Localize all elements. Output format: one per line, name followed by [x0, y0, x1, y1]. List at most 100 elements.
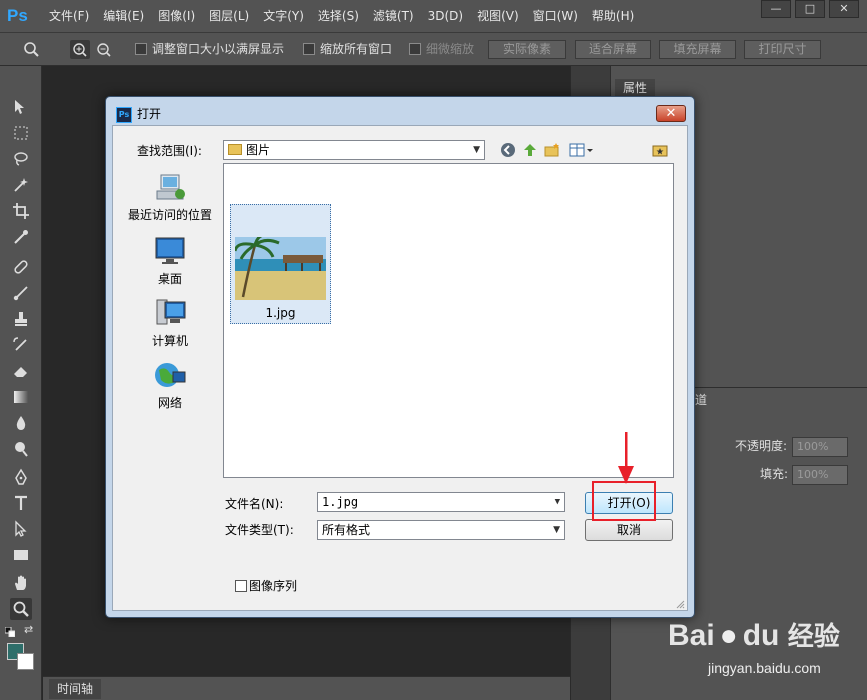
default-colors-icon[interactable] [4, 626, 16, 638]
zoom-all-option[interactable]: 缩放所有窗口 [303, 33, 392, 66]
timeline-tab[interactable]: 时间轴 [49, 679, 102, 699]
menu-edit[interactable]: 编辑(E) [96, 0, 151, 33]
menu-view[interactable]: 视图(V) [470, 0, 526, 33]
file-list-view[interactable]: 1.jpg [223, 163, 674, 478]
path-selection-icon[interactable] [10, 518, 32, 540]
fill-field[interactable]: 100% [792, 465, 848, 485]
fill-screen-button[interactable]: 填充屏幕 [659, 40, 736, 59]
file-name-input-value: 1.jpg [322, 495, 359, 509]
history-brush-icon[interactable] [10, 334, 32, 356]
dialog-close-button[interactable]: ✕ [656, 105, 686, 122]
chevron-down-icon: ▼ [553, 525, 560, 535]
look-in-dropdown[interactable]: 图片 ▼ [223, 140, 485, 160]
view-menu-icon[interactable] [568, 141, 596, 159]
crop-tool-icon[interactable] [10, 200, 32, 222]
image-thumbnail [235, 237, 326, 300]
brush-tool-icon[interactable] [10, 282, 32, 304]
pen-tool-icon[interactable] [10, 466, 32, 488]
zoom-all-label: 缩放所有窗口 [320, 42, 393, 56]
file-type-dropdown[interactable]: 所有格式 ▼ [317, 520, 565, 540]
baidu-watermark: Bai ● du 经验 jingyan.baidu.com [668, 608, 867, 700]
open-file-dialog: Ps 打开 ✕ 查找范围(I): 图片 ▼ 最近访问的位置 桌面 计算机 网络 … [105, 96, 695, 618]
resize-windows-checkbox[interactable] [135, 43, 147, 55]
dodge-tool-icon[interactable] [10, 438, 32, 460]
back-icon[interactable] [499, 141, 517, 159]
dialog-title: 打开 [137, 107, 162, 121]
chevron-down-icon: ▼ [473, 145, 480, 155]
rectangle-tool-icon[interactable] [10, 544, 32, 566]
resize-windows-option[interactable]: 调整窗口大小以满屏显示 [135, 33, 284, 66]
place-recent[interactable]: 最近访问的位置 [125, 172, 215, 223]
move-tool-icon[interactable] [10, 96, 32, 118]
look-in-value: 图片 [246, 143, 271, 157]
file-name-input[interactable]: 1.jpg ▼ [317, 492, 565, 512]
up-folder-icon[interactable] [521, 141, 539, 159]
background-color-swatch[interactable] [17, 653, 34, 670]
marquee-tool-icon[interactable] [10, 122, 32, 144]
fit-screen-button[interactable]: 适合屏幕 [575, 40, 651, 59]
menu-select[interactable]: 选择(S) [311, 0, 366, 33]
annotation-highlight-box [592, 481, 656, 521]
opacity-field[interactable]: 100% [792, 437, 848, 457]
chevron-down-icon[interactable]: ▼ [555, 493, 560, 511]
print-size-button[interactable]: 打印尺寸 [744, 40, 821, 59]
gradient-tool-icon[interactable] [10, 386, 32, 408]
menu-help[interactable]: 帮助(H) [585, 0, 641, 33]
resize-grip-icon[interactable] [675, 598, 685, 609]
baidu-logo-text: Bai ● du 经验 [668, 619, 840, 652]
menu-filter[interactable]: 滤镜(T) [366, 0, 421, 33]
eraser-tool-icon[interactable] [10, 360, 32, 382]
eyedropper-icon[interactable] [10, 226, 32, 248]
place-network[interactable]: 网络 [125, 360, 215, 411]
clone-stamp-icon[interactable] [10, 308, 32, 330]
menu-type[interactable]: 文字(Y) [256, 0, 311, 33]
hand-tool-icon[interactable] [10, 572, 32, 594]
healing-brush-icon[interactable] [10, 256, 32, 278]
scrubby-zoom-option[interactable]: 细微缩放 [409, 33, 474, 66]
photoshop-logo: Ps [7, 6, 28, 25]
blur-tool-icon[interactable] [10, 412, 32, 434]
recent-places-icon [153, 172, 187, 202]
desktop-icon [153, 236, 187, 266]
close-app-button[interactable]: ✕ [829, 0, 859, 18]
scrubby-zoom-checkbox[interactable] [409, 43, 421, 55]
menu-window[interactable]: 窗口(W) [526, 0, 585, 33]
paw-icon: ● [719, 619, 738, 652]
zoom-tool-icon[interactable] [10, 598, 32, 620]
minimize-button[interactable]: — [761, 0, 791, 18]
zoom-tool-preset[interactable] [22, 40, 42, 59]
zoom-in-icon[interactable] [70, 40, 90, 59]
magic-wand-icon[interactable] [10, 174, 32, 196]
maximize-button[interactable]: □ [795, 0, 825, 18]
folder-star-icon[interactable] [652, 142, 668, 158]
file-item-selected[interactable]: 1.jpg [230, 204, 331, 324]
zoom-out-icon[interactable] [94, 40, 114, 59]
place-computer[interactable]: 计算机 [125, 298, 215, 349]
lasso-tool-icon[interactable] [10, 148, 32, 170]
menu-layer[interactable]: 图层(L) [202, 0, 256, 33]
scrubby-zoom-label: 细微缩放 [426, 42, 475, 56]
place-desktop-label: 桌面 [157, 272, 182, 286]
swap-colors-icon[interactable]: ⇄ [24, 624, 36, 636]
network-icon [153, 360, 187, 390]
place-computer-label: 计算机 [151, 334, 188, 348]
image-sequence-option[interactable]: 图像序列 [235, 577, 297, 594]
new-folder-icon[interactable] [543, 141, 561, 159]
computer-icon [153, 298, 187, 328]
cancel-button[interactable]: 取消 [585, 519, 673, 541]
type-tool-icon[interactable] [10, 492, 32, 514]
menu-file[interactable]: 文件(F) [42, 0, 96, 33]
menu-image[interactable]: 图像(I) [151, 0, 202, 33]
annotation-arrow [616, 432, 636, 486]
menu-3d[interactable]: 3D(D) [421, 0, 470, 33]
image-sequence-checkbox[interactable] [235, 580, 247, 592]
dialog-body: 查找范围(I): 图片 ▼ 最近访问的位置 桌面 计算机 网络 1.jpg 文件… [112, 125, 688, 611]
channels-tab-fragment[interactable]: 道 [695, 391, 707, 408]
folder-icon [228, 144, 242, 155]
opacity-label: 不透明度: [735, 439, 788, 453]
file-name-label: 1.jpg [265, 306, 296, 320]
zoom-all-checkbox[interactable] [303, 43, 315, 55]
resize-windows-label: 调整窗口大小以满屏显示 [152, 42, 285, 56]
actual-pixels-button[interactable]: 实际像素 [488, 40, 566, 59]
place-desktop[interactable]: 桌面 [125, 236, 215, 287]
